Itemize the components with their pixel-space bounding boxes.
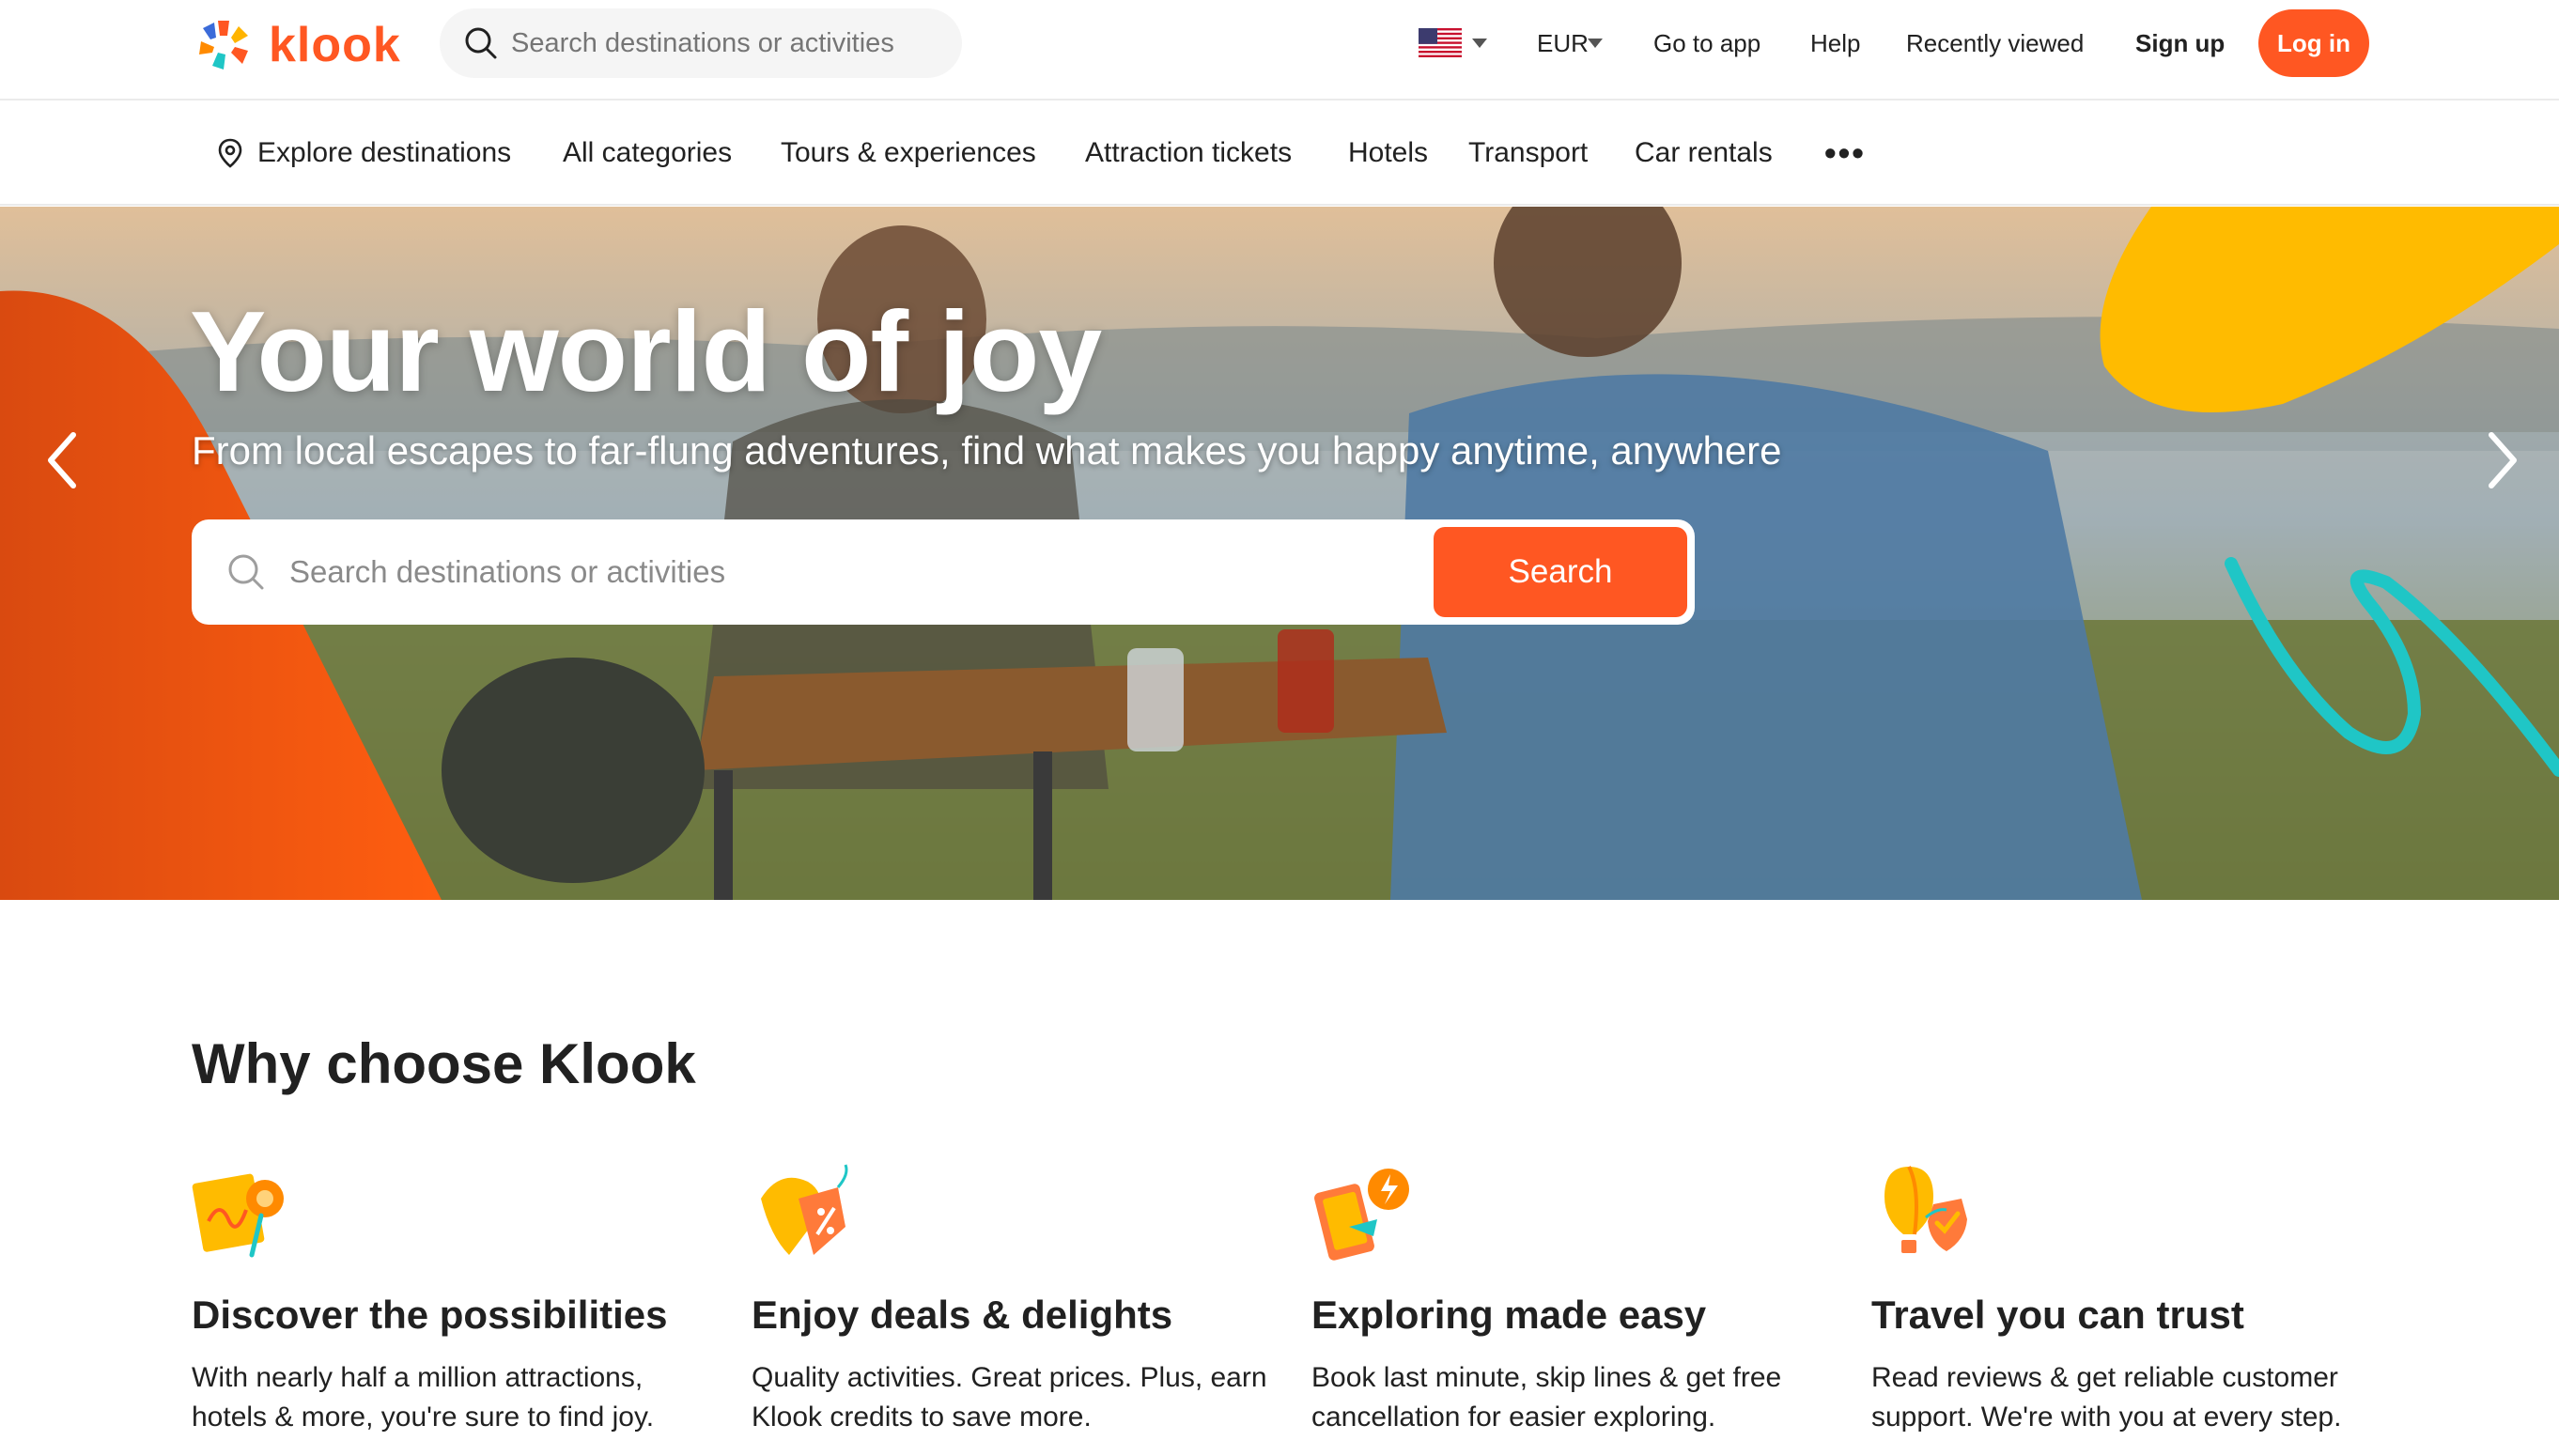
klook-logo[interactable]: klook [190,11,401,79]
why-choose-heading: Why choose Klook [192,1032,696,1095]
category-nav: Explore destinations All categories Tour… [0,102,2559,206]
hero-banner: Your world of joy From local escapes to … [0,207,2559,900]
nav-attraction-tickets[interactable]: Attraction tickets [1085,102,1292,204]
feature-discover: Discover the possibilities With nearly h… [192,1161,718,1433]
nav-transport[interactable]: Transport [1468,102,1588,204]
balloon-shield-icon [1884,1166,1967,1253]
header-search-input[interactable] [511,27,943,59]
chevron-left-icon [48,432,76,488]
hero-search-bar[interactable]: Search [192,519,1695,625]
log-in-button[interactable]: Log in [2258,9,2369,77]
feature-trust-text: Read reviews & get reliable customer sup… [1871,1362,2342,1433]
recently-viewed-link[interactable]: Recently viewed [1906,0,2084,86]
chevron-right-icon [2489,432,2517,488]
more-options-icon[interactable]: ••• [1824,102,1866,204]
hero-search-button[interactable]: Search [1434,527,1687,617]
hero-subtitle: From local escapes to far-flung adventur… [192,428,1782,472]
currency-dropdown-caret-icon[interactable] [1588,39,1603,48]
brand-name: klook [269,18,401,72]
nav-car-rentals[interactable]: Car rentals [1635,102,1773,204]
feature-trust-title: Travel you can trust [1871,1293,2244,1337]
location-pin-icon [218,138,242,168]
currency-selector[interactable]: EUR [1537,0,1589,86]
us-flag-icon[interactable] [1419,28,1462,57]
nav-tours-experiences[interactable]: Tours & experiences [781,102,1036,204]
header-search-bar[interactable] [440,8,962,78]
phone-lightning-icon [1314,1169,1409,1261]
go-to-app-link[interactable]: Go to app [1653,0,1760,86]
feature-easy-text: Book last minute, skip lines & get free … [1311,1362,1782,1433]
feature-discover-text: With nearly half a million attractions, … [192,1362,655,1433]
sign-up-link[interactable]: Sign up [2135,0,2225,86]
feature-easy: Exploring made easy Book last minute, sk… [1311,1161,1838,1433]
nav-all-categories[interactable]: All categories [563,102,732,204]
hero-search-input[interactable] [289,554,1417,590]
nav-hotels[interactable]: Hotels [1348,102,1428,204]
feature-deals: Enjoy deals & delights Quality activitie… [752,1161,1278,1433]
carousel-prev-button[interactable] [34,413,90,507]
map-pin-icon [192,1173,284,1258]
hero-title: Your world of joy [190,287,1102,415]
deal-tag-icon [761,1164,848,1255]
feature-deals-title: Enjoy deals & delights [752,1293,1173,1337]
feature-deals-text: Quality activities. Great prices. Plus, … [752,1362,1267,1433]
carousel-next-button[interactable] [2474,413,2531,507]
nav-explore-label: Explore destinations [257,137,512,168]
nav-explore-destinations[interactable]: Explore destinations [214,102,511,204]
search-icon [228,554,264,590]
language-dropdown-caret-icon[interactable] [1472,39,1487,48]
top-header: klook EUR Go to app Help Recently viewed… [0,0,2559,101]
feature-discover-title: Discover the possibilities [192,1293,668,1337]
feature-trust: Travel you can trust Read reviews & get … [1871,1161,2397,1433]
klook-logo-icon [199,21,248,70]
help-link[interactable]: Help [1810,0,1860,86]
search-icon [465,27,497,59]
feature-easy-title: Exploring made easy [1311,1293,1707,1337]
